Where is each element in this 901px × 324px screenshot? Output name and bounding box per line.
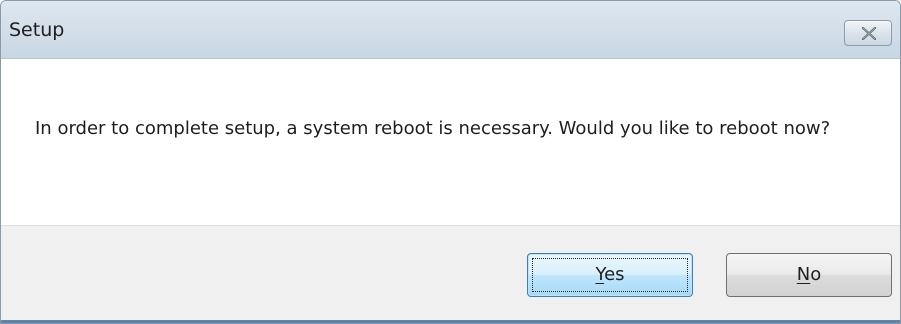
yes-button-label: Yes bbox=[595, 264, 624, 285]
no-button[interactable]: No bbox=[726, 253, 892, 297]
dialog-content: In order to complete setup, a system reb… bbox=[1, 59, 900, 225]
no-button-label: No bbox=[797, 264, 821, 285]
title-bar[interactable]: Setup bbox=[1, 1, 900, 59]
yes-mnemonic: Y bbox=[595, 264, 605, 285]
window-bottom-border bbox=[1, 320, 900, 323]
window-title: Setup bbox=[9, 19, 65, 41]
yes-label-rest: es bbox=[604, 264, 625, 285]
close-button[interactable] bbox=[844, 20, 892, 46]
setup-dialog: Setup In order to complete setup, a syst… bbox=[0, 0, 901, 324]
yes-button[interactable]: Yes bbox=[527, 253, 693, 297]
no-mnemonic: N bbox=[796, 264, 811, 285]
button-bar: Yes No bbox=[1, 225, 900, 323]
close-icon bbox=[861, 27, 877, 40]
no-label-rest: o bbox=[810, 264, 822, 285]
message-text: In order to complete setup, a system reb… bbox=[35, 118, 831, 139]
